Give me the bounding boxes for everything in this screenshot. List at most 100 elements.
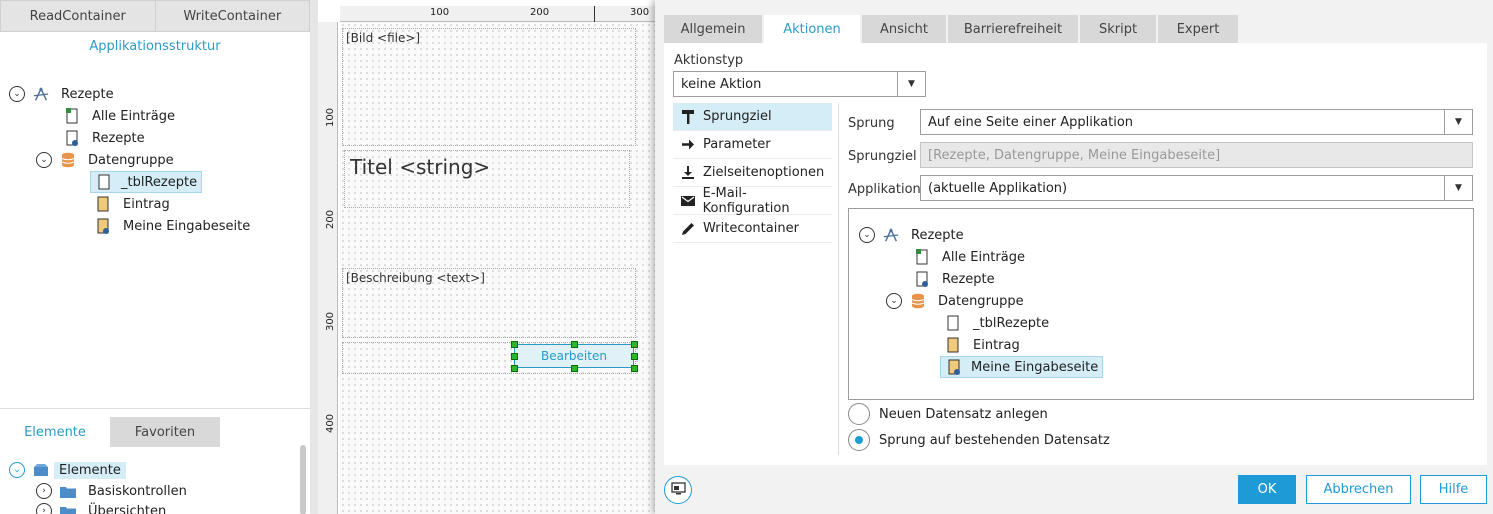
tree-item-rezepte-root[interactable]: ⌄ Rezepte (9, 83, 117, 105)
sidenav-label: E-Mail-Konfiguration (702, 185, 790, 216)
resize-handle[interactable] (571, 365, 578, 372)
tree-item-tblrezepte[interactable]: _tblRezepte (945, 312, 1052, 334)
ruler-label: 100 (325, 107, 337, 128)
dialog-body: Aktionstyp keine Aktion ▼ Sprungziel Par… (664, 43, 1487, 465)
tree-item-basiskontrollen[interactable]: › Basiskontrollen (36, 480, 190, 502)
tree-label: Datengruppe (88, 152, 174, 168)
image-placeholder[interactable]: [Bild <file>] (342, 28, 636, 146)
tree-item-elemente[interactable]: ⌄ Elemente (9, 459, 126, 481)
tab-ansicht[interactable]: Ansicht (862, 15, 948, 43)
tree-item-alle-eintraege[interactable]: Alle Einträge (914, 246, 1028, 268)
chevron-down-icon[interactable]: ⌄ (859, 227, 875, 243)
resize-handle[interactable] (511, 365, 518, 372)
app-compass-icon (33, 85, 49, 103)
title-placeholder[interactable]: Titel <string> (344, 150, 630, 208)
chevron-down-icon[interactable]: ▼ (1444, 110, 1472, 134)
tree-label: Alle Einträge (942, 249, 1025, 265)
tree-label: Meine Eingabeseite (123, 218, 251, 234)
chevron-right-icon[interactable]: › (36, 503, 52, 514)
cancel-button[interactable]: Abbrechen (1306, 475, 1411, 504)
sidenav-writecontainer[interactable]: Writecontainer (673, 215, 832, 243)
sprung-label: Sprung (848, 116, 895, 131)
tab-expert[interactable]: Expert (1158, 15, 1240, 43)
tree-label: Eintrag (123, 196, 170, 212)
tree-item-datengruppe[interactable]: ⌄ Datengruppe (886, 290, 1027, 312)
aktionstyp-select[interactable]: keine Aktion ▼ (673, 71, 926, 97)
database-icon (60, 151, 76, 169)
tab-aktionen[interactable]: Aktionen (764, 15, 862, 43)
app-compass-icon (883, 226, 899, 244)
tree-item-rezepte-root[interactable]: ⌄ Rezepte (859, 224, 967, 246)
sidenav-email-konfiguration[interactable]: E-Mail-Konfiguration (673, 185, 832, 216)
ruler-label: 400 (325, 413, 337, 434)
container-tabs: ReadContainer WriteContainer (0, 0, 310, 32)
sidenav-label: Parameter (703, 137, 771, 152)
mail-icon (673, 195, 703, 206)
ok-button[interactable]: OK (1238, 475, 1296, 504)
horizontal-ruler: 100 200 300 (340, 6, 658, 22)
chevron-down-icon[interactable]: ⌄ (9, 462, 25, 478)
resize-handle[interactable] (511, 341, 518, 348)
table-page-icon (96, 173, 112, 191)
tab-elemente[interactable]: Elemente (0, 417, 110, 447)
elements-box-icon (33, 461, 49, 479)
tree-item-meine-eingabeseite[interactable]: Meine Eingabeseite (95, 215, 253, 237)
tree-item-rezepte-page[interactable]: Rezepte (64, 127, 148, 149)
chevron-right-icon[interactable]: › (36, 483, 52, 499)
resize-handle[interactable] (511, 353, 518, 360)
help-button[interactable]: Hilfe (1420, 475, 1487, 504)
tree-item-eintrag[interactable]: Eintrag (95, 193, 173, 215)
tree-item-eintrag[interactable]: Eintrag (945, 334, 1023, 356)
tab-readcontainer[interactable]: ReadContainer (0, 0, 156, 32)
applikation-select[interactable]: (aktuelle Applikation) ▼ (920, 175, 1473, 201)
tree-selected-item: _tblRezepte (90, 171, 203, 193)
overview-page-icon (914, 248, 930, 266)
sidenav-sprungziel[interactable]: Sprungziel (673, 103, 832, 131)
chevron-down-icon[interactable]: ⌄ (886, 293, 902, 309)
radio-circle[interactable] (848, 403, 870, 425)
tree-label: _tblRezepte (973, 315, 1050, 331)
resize-handle[interactable] (631, 353, 638, 360)
monitor-icon (670, 481, 686, 499)
radio-bestehender-datensatz[interactable]: Sprung auf bestehenden Datensatz (848, 429, 1110, 451)
sprung-select[interactable]: Auf eine Seite einer Applikation ▼ (920, 109, 1473, 135)
sidenav-zielseitenoptionen[interactable]: Zielseitenoptionen (673, 159, 832, 187)
tab-favoriten[interactable]: Favoriten (110, 417, 220, 447)
tab-barrierefreiheit[interactable]: Barrierefreiheit (948, 15, 1080, 43)
chevron-down-icon[interactable]: ▼ (897, 72, 925, 96)
radio-neuer-datensatz[interactable]: Neuen Datensatz anlegen (848, 403, 1048, 425)
resize-handle[interactable] (631, 341, 638, 348)
chevron-down-icon[interactable]: ⌄ (36, 152, 52, 168)
overview-page-icon (64, 107, 80, 125)
tree-item-rezepte-page[interactable]: Rezepte (914, 268, 998, 290)
screen-preview-button[interactable] (664, 476, 692, 504)
tree-item-alle-eintraege[interactable]: Alle Einträge (64, 105, 178, 127)
chevron-down-icon[interactable]: ▼ (1444, 176, 1472, 200)
resize-handle[interactable] (571, 341, 578, 348)
target-page-tree: ⌄ Rezepte Alle Einträge Rezepte ⌄ Dateng… (848, 208, 1474, 400)
description-placeholder[interactable]: [Beschreibung <text>] (342, 268, 636, 338)
dialog-tabs: Allgemein Aktionen Ansicht Barrierefreih… (664, 15, 1240, 43)
ruler-marker (594, 6, 595, 22)
radio-circle[interactable] (848, 429, 870, 451)
tab-writecontainer[interactable]: WriteContainer (155, 0, 310, 32)
sprung-value: Auf eine Seite einer Applikation (928, 114, 1134, 130)
tab-skript[interactable]: Skript (1080, 15, 1158, 43)
folder-icon (60, 502, 76, 514)
tree-item-meine-eingabeseite[interactable]: Meine Eingabeseite (940, 356, 1104, 378)
sidenav-parameter[interactable]: Parameter (673, 131, 832, 159)
form-page-icon (95, 195, 111, 213)
chevron-down-icon[interactable]: ⌄ (9, 86, 25, 102)
tree-item-uebersichten[interactable]: › Übersichten (36, 500, 169, 514)
input-page-icon (946, 358, 962, 376)
tree-item-datengruppe[interactable]: ⌄ Datengruppe (36, 149, 177, 171)
scrollbar[interactable] (300, 445, 306, 514)
tree-item-tblrezepte[interactable]: _tblRezepte (90, 171, 203, 193)
database-icon (910, 292, 926, 310)
tree-label: Rezepte (911, 227, 964, 243)
elements-panel: Elemente Favoriten ⌄ Elemente › Basiskon… (0, 408, 310, 514)
tab-allgemein[interactable]: Allgemein (664, 15, 764, 43)
design-grid[interactable]: [Bild <file>] Titel <string> [Beschreibu… (340, 22, 658, 514)
table-page-icon (945, 314, 961, 332)
resize-handle[interactable] (631, 365, 638, 372)
